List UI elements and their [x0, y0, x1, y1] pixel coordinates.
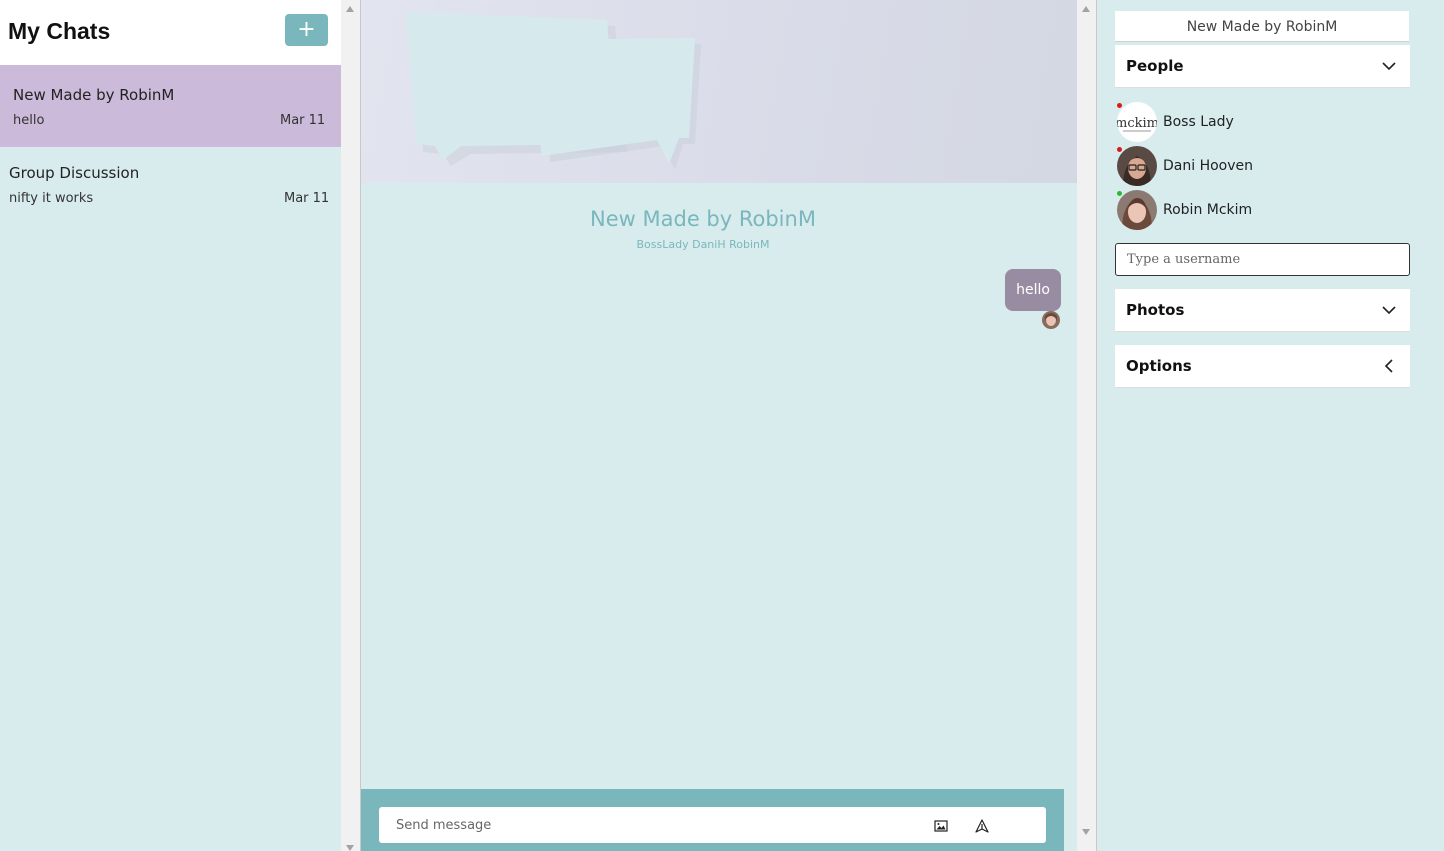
person-name: Dani Hooven	[1163, 158, 1254, 174]
person-name: Boss Lady	[1163, 114, 1234, 130]
chat-list-panel: My Chats + New Made by RobinM hello Mar …	[0, 0, 341, 851]
chevron-down-icon	[1380, 301, 1398, 319]
people-section-header[interactable]: People	[1115, 45, 1410, 88]
send-icon[interactable]	[975, 818, 989, 833]
person-row[interactable]: Dani Hooven	[1115, 144, 1405, 188]
avatar	[1042, 311, 1060, 329]
status-dot	[1117, 147, 1122, 152]
chat-settings-panel: New Made by RobinM People mckim Boss Lad…	[1096, 0, 1444, 851]
message-input[interactable]	[379, 807, 919, 843]
chat-list-scrollbar[interactable]	[341, 0, 360, 851]
scroll-up-arrow-icon[interactable]	[1082, 6, 1090, 12]
options-section-header[interactable]: Options	[1115, 345, 1410, 388]
status-dot	[1117, 103, 1122, 108]
message-bubble: hello	[1005, 269, 1061, 311]
person-row[interactable]: Robin Mckim	[1115, 188, 1405, 232]
chat-card-last-message: hello	[13, 113, 45, 128]
chevron-left-icon	[1380, 357, 1398, 375]
message-composer-bar	[361, 789, 1064, 851]
status-dot	[1117, 191, 1122, 196]
scroll-down-arrow-icon[interactable]	[346, 845, 354, 851]
chat-card-name: New Made by RobinM	[13, 86, 175, 104]
chat-card[interactable]: New Made by RobinM hello Mar 11	[0, 65, 341, 147]
chat-list-title: My Chats	[8, 18, 111, 44]
svg-text:mckim: mckim	[1117, 116, 1157, 131]
avatar	[1117, 146, 1157, 186]
photos-section-header[interactable]: Photos	[1115, 289, 1410, 332]
chat-settings-title: New Made by RobinM	[1115, 11, 1409, 42]
chat-title: New Made by RobinM	[590, 207, 816, 231]
speech-bubbles-illustration	[405, 12, 701, 170]
avatar	[1117, 190, 1157, 230]
avatar: mckim	[1117, 102, 1157, 142]
chat-members: BossLady DaniH RobinM	[636, 238, 770, 251]
new-chat-button[interactable]: +	[285, 14, 328, 46]
options-section-label: Options	[1126, 357, 1192, 375]
person-row[interactable]: mckim Boss Lady	[1115, 100, 1405, 144]
chat-card-name: Group Discussion	[9, 164, 140, 182]
chat-feed: New Made by RobinM BossLady DaniH RobinM…	[360, 0, 1078, 851]
photos-section-label: Photos	[1126, 301, 1185, 319]
person-name: Robin Mckim	[1163, 202, 1253, 218]
people-section-label: People	[1126, 57, 1184, 75]
chat-card-date: Mar 11	[280, 113, 326, 128]
chat-card-date: Mar 11	[284, 191, 330, 206]
chat-card[interactable]: Group Discussion nifty it works Mar 11	[0, 147, 341, 229]
chat-card-last-message: nifty it works	[9, 191, 94, 206]
chat-list-header: My Chats +	[0, 0, 341, 65]
chat-banner-image	[361, 0, 1078, 183]
scroll-up-arrow-icon[interactable]	[346, 6, 354, 12]
username-input[interactable]	[1115, 243, 1410, 276]
message-composer	[379, 807, 1046, 843]
chevron-down-icon	[1380, 57, 1398, 75]
image-icon[interactable]	[934, 818, 948, 832]
chat-feed-scrollbar[interactable]	[1077, 0, 1096, 851]
scroll-down-arrow-icon[interactable]	[1082, 829, 1090, 835]
